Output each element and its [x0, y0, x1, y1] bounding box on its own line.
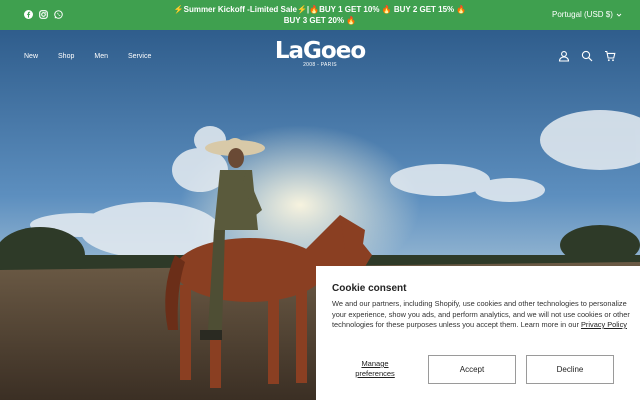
facebook-icon[interactable] — [24, 10, 33, 19]
main-nav: New Shop Men Service — [24, 53, 151, 60]
cookie-consent-dialog: Cookie consent We and our partners, incl… — [316, 266, 640, 400]
accept-button[interactable]: Accept — [428, 355, 516, 384]
search-icon[interactable] — [581, 50, 593, 62]
header-actions — [558, 50, 616, 62]
nav-item-shop[interactable]: Shop — [58, 53, 74, 60]
locale-label: Portugal (USD $) — [552, 10, 613, 19]
nav-item-new[interactable]: New — [24, 53, 38, 60]
account-icon[interactable] — [558, 50, 570, 62]
decline-button[interactable]: Decline — [526, 355, 614, 384]
nav-item-men[interactable]: Men — [94, 53, 108, 60]
nav-item-service[interactable]: Service — [128, 53, 151, 60]
social-links — [24, 10, 63, 19]
logo-brand: LaGoeo — [274, 38, 366, 64]
instagram-icon[interactable] — [39, 10, 48, 19]
chevron-down-icon — [616, 13, 622, 17]
cookie-body: We and our partners, including Shopify, … — [332, 299, 632, 331]
cart-icon[interactable] — [604, 50, 616, 62]
announcement-text: ⚡Summer Kickoff -Limited Sale⚡|🔥BUY 1 GE… — [173, 5, 467, 25]
site-logo[interactable]: LaGoeo 2008 - PARIS — [260, 38, 380, 68]
announcement-bar: ⚡Summer Kickoff -Limited Sale⚡|🔥BUY 1 GE… — [0, 0, 640, 30]
privacy-policy-link[interactable]: Privacy Policy — [581, 320, 627, 329]
whatsapp-icon[interactable] — [54, 10, 63, 19]
cookie-title: Cookie consent — [332, 283, 407, 294]
manage-preferences-button[interactable]: Manage preferences — [346, 359, 404, 379]
locale-selector[interactable]: Portugal (USD $) — [552, 10, 622, 19]
